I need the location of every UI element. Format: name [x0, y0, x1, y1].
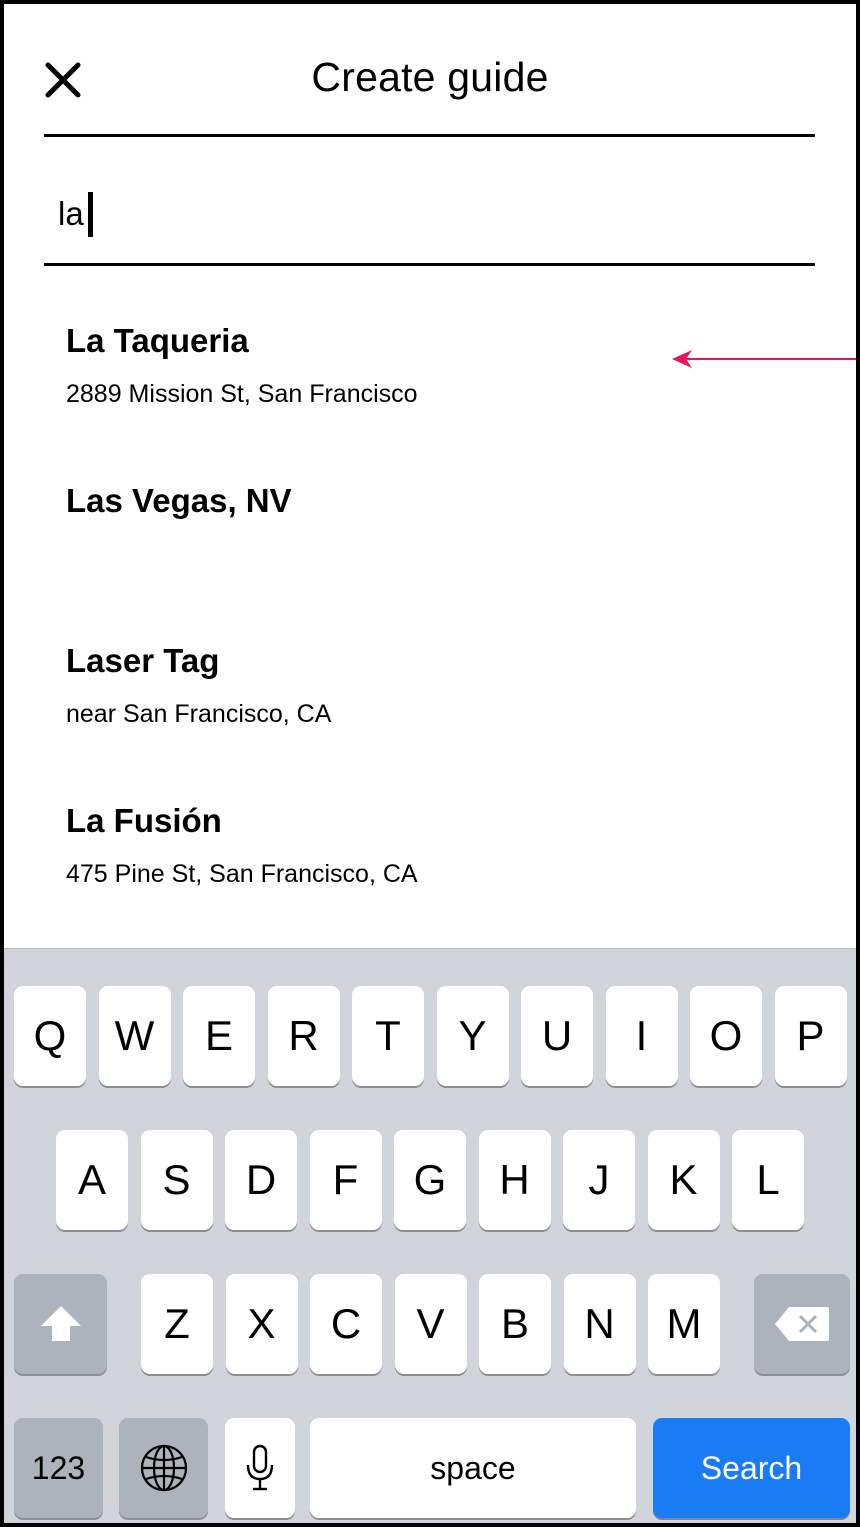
search-divider — [44, 263, 815, 266]
key-p[interactable]: P — [774, 986, 847, 1086]
search-input-value: la — [58, 195, 84, 232]
result-title: La Taqueria — [66, 322, 249, 359]
result-title: Laser Tag — [66, 642, 220, 679]
search-input[interactable]: la — [58, 189, 93, 239]
result-subtitle: 475 Pine St, San Francisco, CA — [66, 860, 418, 888]
backspace-key[interactable] — [754, 1274, 850, 1374]
header-divider — [44, 134, 815, 137]
dictation-key[interactable] — [225, 1418, 295, 1518]
globe-icon — [140, 1444, 187, 1492]
key-w[interactable]: W — [98, 986, 171, 1086]
result-item[interactable]: La Taqueria 2889 Mission St, San Francis… — [66, 321, 418, 409]
search-key[interactable]: Search — [653, 1418, 850, 1518]
result-item[interactable]: Las Vegas, NV — [66, 481, 292, 521]
key-u[interactable]: U — [521, 986, 593, 1086]
key-m[interactable]: M — [648, 1274, 720, 1374]
on-screen-keyboard: Q W E R T Y U I O P A S D F G H J K L Z X C V B N M 123 space Search — [4, 948, 856, 1523]
result-subtitle: near San Francisco, CA — [66, 700, 332, 728]
annotation-arrow — [672, 350, 856, 368]
key-e[interactable]: E — [183, 986, 255, 1086]
key-t[interactable]: T — [352, 986, 424, 1086]
key-g[interactable]: G — [394, 1130, 466, 1230]
key-r[interactable]: R — [267, 986, 340, 1086]
key-d[interactable]: D — [225, 1130, 297, 1230]
shift-key[interactable] — [14, 1274, 107, 1374]
key-h[interactable]: H — [478, 1130, 551, 1230]
key-k[interactable]: K — [647, 1130, 720, 1230]
key-i[interactable]: I — [605, 986, 678, 1086]
text-caret — [87, 191, 93, 237]
microphone-icon — [246, 1444, 274, 1491]
key-c[interactable]: C — [310, 1274, 382, 1374]
space-key[interactable]: space — [310, 1418, 636, 1518]
shift-icon — [40, 1306, 81, 1341]
key-q[interactable]: Q — [14, 986, 86, 1086]
key-b[interactable]: B — [479, 1274, 551, 1374]
key-v[interactable]: V — [394, 1274, 467, 1374]
page-title: Create guide — [311, 54, 549, 100]
key-n[interactable]: N — [563, 1274, 636, 1374]
key-y[interactable]: Y — [436, 986, 509, 1086]
key-z[interactable]: Z — [141, 1274, 213, 1374]
key-x[interactable]: X — [225, 1274, 298, 1374]
key-a[interactable]: A — [56, 1130, 128, 1230]
numbers-key[interactable]: 123 — [14, 1418, 103, 1518]
key-j[interactable]: J — [563, 1130, 635, 1230]
result-item[interactable]: Laser Tag near San Francisco, CA — [66, 641, 331, 729]
result-subtitle: 2889 Mission St, San Francisco — [66, 380, 418, 408]
backspace-icon — [775, 1307, 829, 1341]
globe-key[interactable] — [119, 1418, 208, 1518]
result-title: Las Vegas, NV — [66, 482, 292, 519]
key-s[interactable]: S — [140, 1130, 213, 1230]
key-o[interactable]: O — [690, 986, 762, 1086]
result-title: La Fusión — [66, 802, 222, 839]
app-screen: Create guide la La Taqueria 2889 Mission… — [0, 0, 860, 1527]
key-f[interactable]: F — [309, 1130, 382, 1230]
result-item[interactable]: La Fusión 475 Pine St, San Francisco, CA — [66, 801, 418, 889]
key-l[interactable]: L — [732, 1130, 804, 1230]
